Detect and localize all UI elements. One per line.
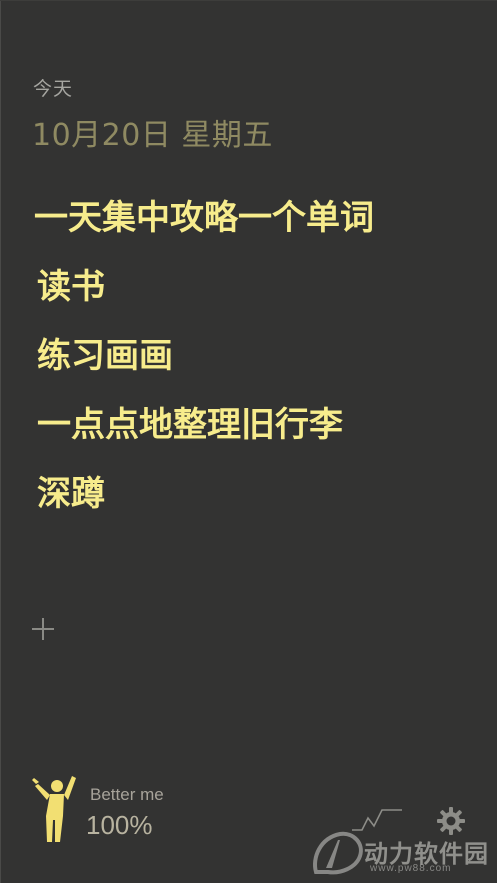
screen-edge-top [0,0,497,1]
watermark-url: www.pw88.com [370,863,452,874]
app-screen: 今天 10月20日 星期五 一天集中攻略一个单词 读书 练习画画 一点点地整理旧… [0,0,497,883]
task-item[interactable]: 读书 [34,259,374,328]
task-item[interactable]: 一天集中攻略一个单词 [34,190,374,259]
task-item[interactable]: 练习画画 [34,328,374,397]
plus-icon[interactable] [32,618,54,640]
day-label: 今天 [33,78,74,100]
task-item[interactable]: 一点点地整理旧行李 [34,397,374,466]
date-label: 10月20日 星期五 [32,118,273,153]
task-item[interactable]: 深蹲 [34,466,374,535]
watermark-logo-icon [313,831,363,875]
watermark: 动力软件园 www.pw88.com [310,828,497,878]
task-list: 一天集中攻略一个单词 读书 练习画画 一点点地整理旧行李 深蹲 [34,190,374,535]
screen-edge-left [0,0,1,883]
brand-name: Better me [90,785,164,804]
cheering-person-icon [32,776,76,842]
progress-percent: 100% [86,810,153,840]
